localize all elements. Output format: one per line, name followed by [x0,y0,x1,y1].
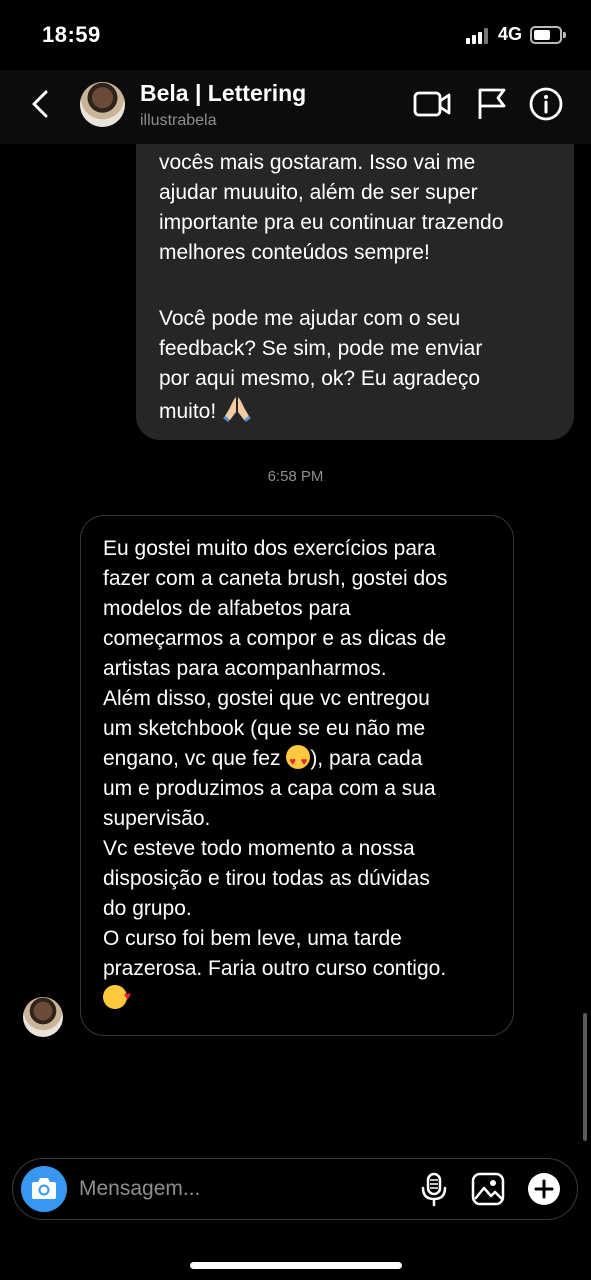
incoming-message-text-3: Vc esteve todo momento a nossa disposiçã… [103,837,430,920]
microphone-icon[interactable] [417,1171,451,1207]
video-call-icon[interactable] [412,86,452,122]
outgoing-message-text-2-body: Você pode me ajudar com o seu feedback? … [159,307,483,423]
flag-icon[interactable] [472,86,512,122]
sender-avatar[interactable] [23,997,63,1037]
contact-avatar[interactable] [80,82,125,127]
outgoing-message-bubble[interactable]: vocês mais gostaram. Isso vai me ajudar … [136,108,574,440]
incoming-message-bubble[interactable]: Eu gostei muito dos exercícios para faze… [80,515,514,1036]
cellular-signal-icon [466,28,492,44]
outgoing-message-text-2: Você pode me ajudar com o seu feedback? … [159,304,556,427]
message-timestamp: 6:58 PM [267,468,324,485]
scrollbar[interactable] [583,1013,587,1141]
battery-icon [530,26,566,44]
contact-username: illustrabela [140,112,217,129]
message-input[interactable] [79,1173,399,1205]
kissing-heart-emoji [103,981,131,1011]
incoming-message-text-1: Eu gostei muito dos exercícios para faze… [103,537,448,680]
folded-hands-emoji [223,397,252,422]
incoming-message-text-2: Além disso, gostei que vc entregou um sk… [103,684,497,834]
info-icon[interactable] [526,86,566,122]
add-plus-icon[interactable] [527,1171,561,1207]
camera-icon [32,1178,56,1199]
chat-screen: 18:59 4G vocês mais gostaram. Isso vai m… [0,0,591,1280]
heart-eyes-emoji [286,745,311,777]
status-time: 18:59 [42,22,101,47]
chat-header: Bela | Lettering illustrabela [0,70,591,144]
gallery-icon[interactable] [471,1171,505,1207]
incoming-message-text-4: O curso foi bem leve, uma tarde prazeros… [103,927,447,980]
camera-button[interactable] [21,1166,67,1212]
status-bar: 18:59 4G [0,0,591,70]
back-arrow-icon[interactable] [26,86,56,122]
network-type: 4G [498,24,523,44]
home-indicator [190,1262,402,1269]
contact-name[interactable]: Bela | Lettering [140,80,306,107]
outgoing-message-text-1: vocês mais gostaram. Isso vai me ajudar … [159,151,504,264]
message-composer [12,1158,578,1220]
